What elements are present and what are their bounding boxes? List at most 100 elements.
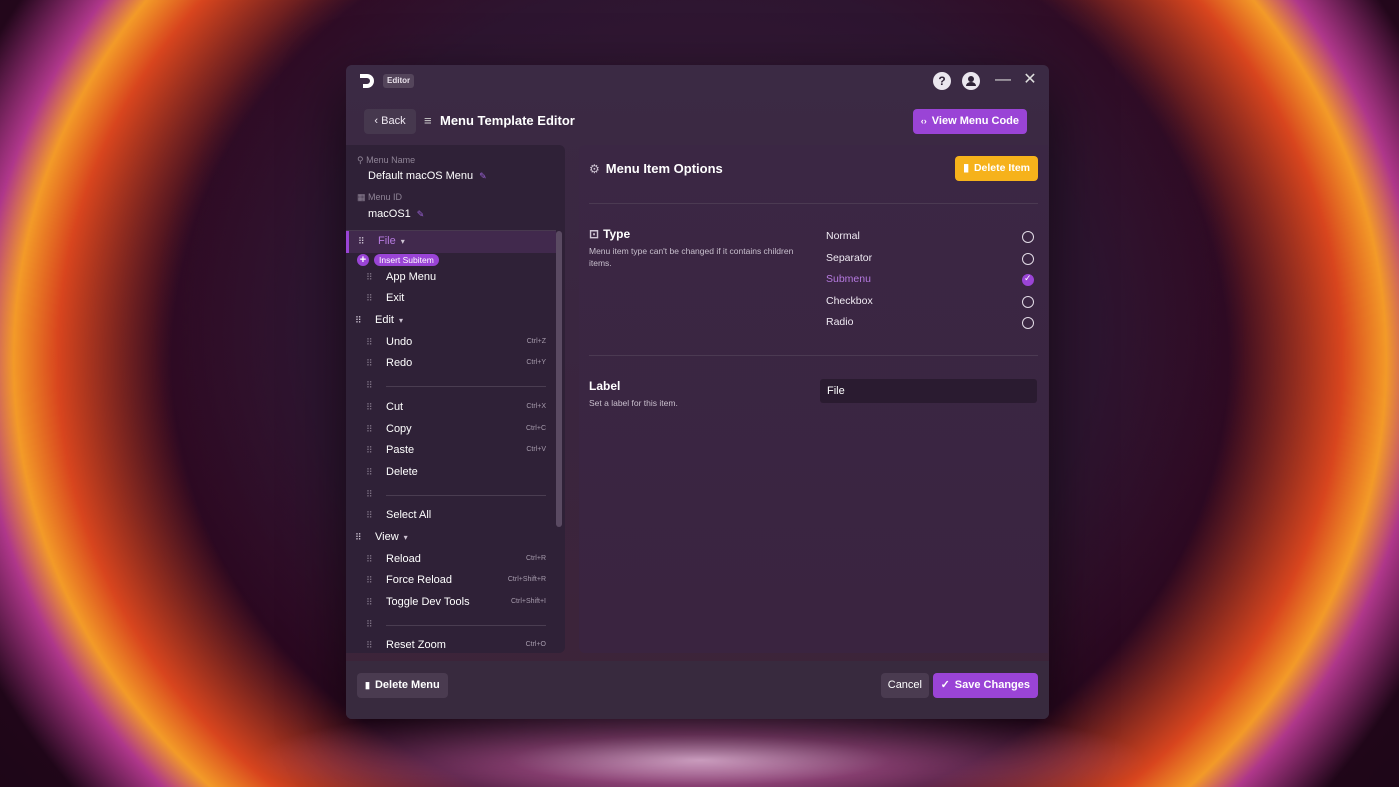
drag-handle-icon[interactable]: ⠿ [355, 315, 362, 326]
tree-item-text: Undo [386, 335, 413, 348]
type-option-label: Normal [826, 230, 860, 242]
drag-handle-icon[interactable]: ⠿ [366, 424, 373, 435]
insert-subitem-row[interactable]: + Insert Subitem [346, 253, 556, 267]
tree-item-row[interactable]: ⠿ Exit [346, 288, 556, 310]
footer-bar: ▮ Delete Menu Cancel ✓ Save Changes [346, 661, 1049, 719]
shortcut-text: Ctrl+X [526, 402, 546, 410]
tree-item-row[interactable]: ⠿ Toggle Dev Tools Ctrl+Shift+I [346, 592, 556, 614]
radio-icon[interactable] [1022, 253, 1034, 265]
radio-icon[interactable] [1022, 317, 1034, 329]
tree-item-row[interactable]: ⠿ App Menu [346, 267, 556, 289]
tree-item-row[interactable]: ⠿ Select All [346, 505, 556, 527]
radio-checked-icon[interactable] [1022, 273, 1034, 286]
drag-handle-icon[interactable]: ⠿ [366, 554, 373, 565]
label-input[interactable] [820, 379, 1037, 403]
drag-handle-icon[interactable]: ⠿ [366, 510, 373, 521]
menu-name-label-text: Menu Name [366, 155, 416, 165]
menu-id-label: ▦ Menu ID [357, 192, 402, 203]
tree-item-text: App Menu [386, 270, 437, 283]
label-description: Set a label for this item. [589, 398, 678, 408]
drag-handle-icon[interactable]: ⠿ [366, 402, 373, 413]
drag-handle-icon[interactable]: ⠿ [366, 597, 373, 608]
drag-handle-icon[interactable]: ⠿ [366, 640, 373, 651]
drag-handle-icon[interactable]: ⠿ [366, 380, 373, 391]
type-option-checkbox[interactable]: Checkbox [826, 295, 1034, 311]
caret-down-icon[interactable]: ▾ [399, 316, 403, 325]
pencil-icon[interactable]: ✎ [417, 209, 425, 219]
type-title-text: Type [603, 227, 631, 241]
menu-id-value[interactable]: macOS1 ✎ [368, 208, 424, 220]
drag-handle-icon[interactable]: ⠿ [358, 236, 365, 247]
tree-item-text: File [378, 235, 396, 247]
tree-item-text: Toggle Dev Tools [386, 596, 470, 608]
tree-separator-row[interactable]: ⠿ [346, 614, 556, 636]
tree-item-row[interactable]: ⠿ Delete [346, 462, 556, 484]
shortcut-text: Ctrl+O [525, 641, 546, 649]
tree-item-label: Edit ▾ [375, 314, 403, 326]
tree-separator-row[interactable]: ⠿ [346, 484, 556, 506]
menu-name-value[interactable]: Default macOS Menu ✎ [368, 170, 487, 182]
drag-handle-icon[interactable]: ⠿ [366, 619, 373, 630]
tree-item-row[interactable]: ⠿ Force Reload Ctrl+Shift+R [346, 570, 556, 592]
tree-item-row[interactable]: ⠿ Reset Zoom Ctrl+O [346, 635, 556, 653]
drag-handle-icon[interactable]: ⠿ [366, 467, 373, 478]
caret-down-icon[interactable]: ▾ [401, 237, 405, 246]
tree-item-text: Reload [386, 552, 421, 565]
delete-menu-button[interactable]: ▮ Delete Menu [357, 673, 448, 698]
cancel-button[interactable]: Cancel [880, 673, 929, 698]
tree-item-row[interactable]: ⠿ Cut Ctrl+X [346, 397, 556, 419]
minimize-icon[interactable]: — [994, 71, 1012, 89]
tree-item-row[interactable]: ⠿ Copy Ctrl+C [346, 419, 556, 441]
tree-item-row[interactable]: ⠿ Redo Ctrl+Y [346, 353, 556, 375]
radio-icon[interactable] [1022, 231, 1034, 243]
tree-item-label: Paste [386, 444, 414, 456]
delete-menu-label: Delete Menu [374, 679, 440, 691]
tree-item-row[interactable]: ⠿ Paste Ctrl+V [346, 440, 556, 462]
type-description: Menu item type can't be changed if it co… [589, 246, 794, 268]
tree-item-row[interactable]: ⠿ File ▾ [346, 231, 556, 253]
account-icon[interactable] [962, 72, 980, 90]
insert-subitem-button[interactable]: Insert Subitem [374, 253, 439, 266]
drag-handle-icon[interactable]: ⠿ [366, 293, 373, 304]
user-icon [966, 76, 976, 86]
back-button[interactable]: ‹ Back [364, 109, 416, 134]
help-icon[interactable]: ? [933, 72, 951, 90]
menu-tree: ⠿ File ▾ + Insert Subitem ⠿ App Menu ⠿ Exit ⠿ Edit… [346, 231, 556, 653]
tree-item-row[interactable]: ⠿ View ▾ [346, 527, 556, 549]
drag-handle-icon[interactable]: ⠿ [366, 575, 373, 586]
close-icon[interactable]: ✕ [1021, 71, 1039, 89]
pencil-icon[interactable]: ✎ [479, 171, 487, 181]
type-option-normal[interactable]: Normal [826, 230, 1034, 246]
delete-item-button[interactable]: ▮ Delete Item [955, 156, 1038, 181]
type-option-separator[interactable]: Separator [826, 252, 1034, 268]
back-label: Back [381, 115, 406, 127]
caret-down-icon[interactable]: ▾ [404, 533, 408, 542]
tree-item-row[interactable]: ⠿ Undo Ctrl+Z [346, 332, 556, 354]
title-bar: Editor ? — ✕ [346, 65, 1049, 97]
drag-handle-icon[interactable]: ⠿ [366, 337, 373, 348]
tree-item-text: View [375, 530, 399, 543]
drag-handle-icon[interactable]: ⠿ [366, 489, 373, 500]
tree-item-row[interactable]: ⠿ Reload Ctrl+R [346, 549, 556, 571]
shortcut-text: Ctrl+V [526, 446, 546, 454]
drag-handle-icon[interactable]: ⠿ [366, 272, 373, 283]
plus-icon[interactable]: + [357, 253, 369, 266]
drag-handle-icon[interactable]: ⠿ [355, 532, 362, 543]
type-option-submenu[interactable]: Submenu [826, 273, 1034, 289]
drag-handle-icon[interactable]: ⠿ [366, 445, 373, 456]
type-option-radio[interactable]: Radio [826, 316, 1034, 332]
tree-item-row[interactable]: ⠿ Edit ▾ [346, 310, 556, 332]
save-changes-button[interactable]: ✓ Save Changes [932, 673, 1038, 698]
shortcut-text: Ctrl+R [525, 554, 546, 562]
tree-item-text: Copy [386, 422, 412, 435]
app-logo-icon [360, 74, 374, 88]
drag-handle-icon[interactable]: ⠿ [366, 358, 373, 369]
menu-id-label-text: Menu ID [368, 192, 403, 202]
shortcut-text: Ctrl+Shift+I [510, 598, 546, 605]
label-section-title: Label [589, 379, 621, 393]
radio-icon[interactable] [1022, 296, 1034, 308]
view-menu-code-button[interactable]: ‹› View Menu Code [912, 109, 1027, 134]
tree-item-label: Force Reload [386, 574, 452, 586]
tree-separator-row[interactable]: ⠿ [346, 375, 556, 397]
tree-scrollbar[interactable] [556, 231, 562, 527]
